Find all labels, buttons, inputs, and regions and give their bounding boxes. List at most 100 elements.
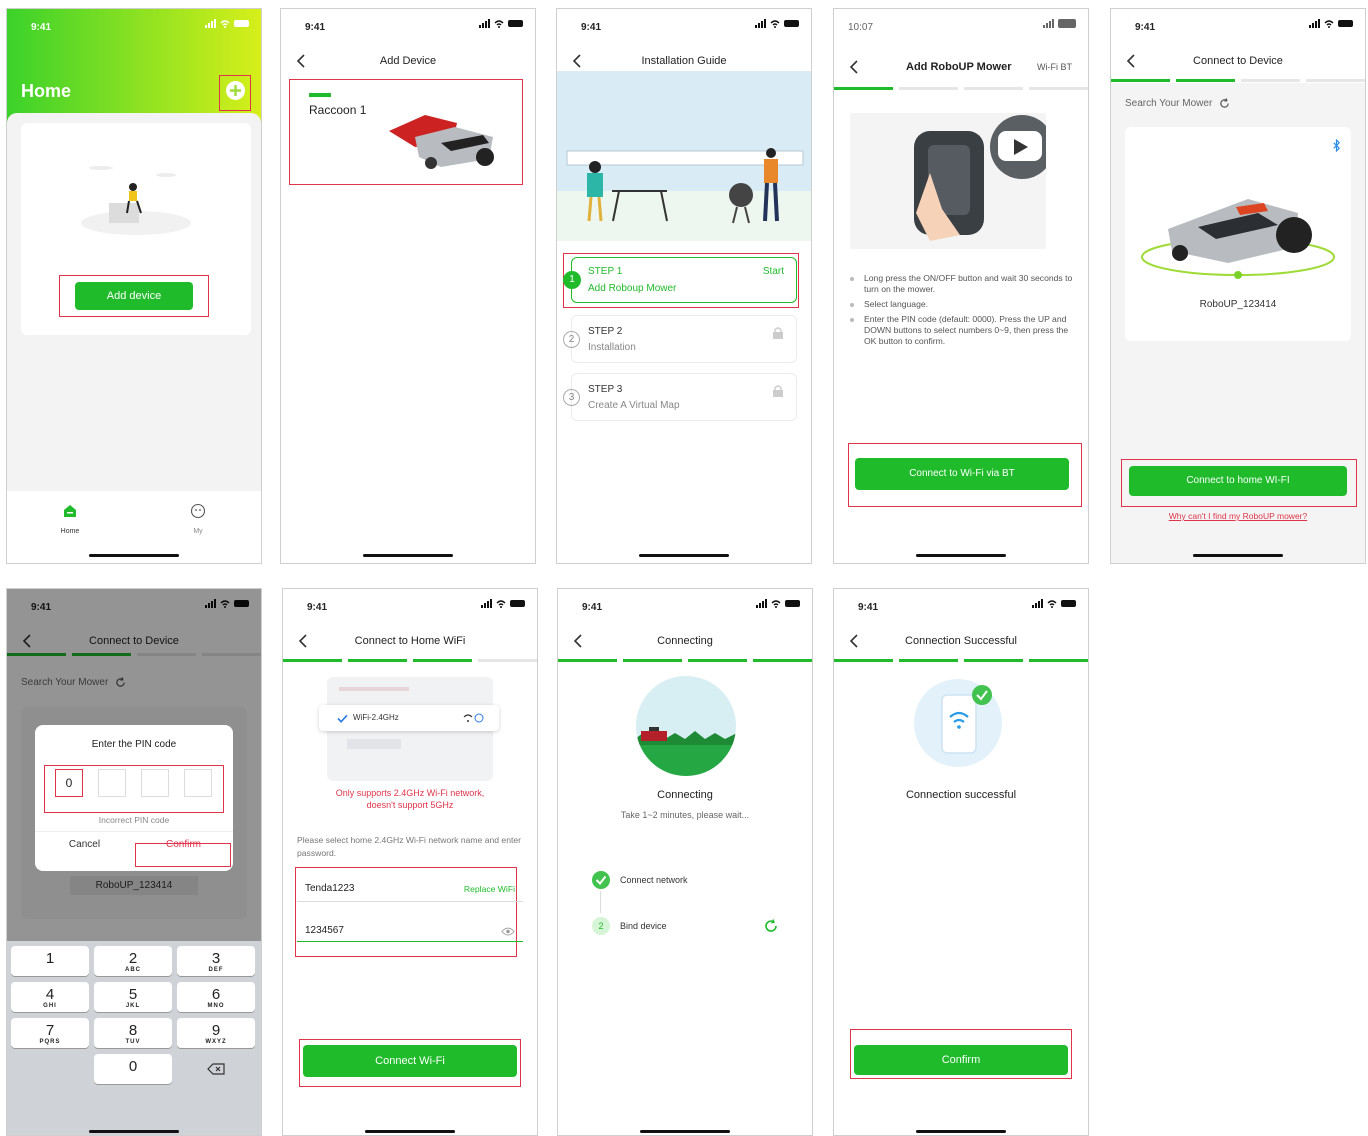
annotation-box [44,765,224,813]
signal-icon [755,19,766,28]
plus-icon [230,85,241,96]
annotation-box [135,843,231,867]
step-1-start[interactable]: Start [763,266,784,277]
key-0[interactable]: 0 [94,1054,172,1084]
status-time: 9:41 [31,22,52,33]
screen-connecting: 9:41 Connecting Connecting Take 1~2 minu… [557,588,813,1136]
eye-icon[interactable] [501,927,515,936]
wifi-selected-row: WiFi-2.4GHz [319,705,499,731]
check-icon [595,875,607,886]
device-card[interactable]: RoboUP_123414 [1125,127,1351,341]
page-title: Installation Guide [641,55,727,67]
check-icon [337,714,348,723]
backyard-illustration [557,71,811,241]
replace-wifi-link[interactable]: Replace WiFi [464,884,515,894]
key-6[interactable]: 6 MNO [177,982,255,1012]
confirm-button[interactable]: Confirm [854,1045,1068,1075]
home-indicator [89,1130,179,1133]
step-2-label: STEP 2 [588,326,623,337]
password-underline [297,941,523,942]
step-2-card[interactable]: STEP 2 Installation [571,315,797,363]
key-digit: 1 [45,950,55,967]
delete-key[interactable] [177,1054,255,1084]
signal-icon [479,19,490,28]
instruction-item: Enter the PIN code (default: 0000). Pres… [850,314,1076,347]
step-connector [600,891,601,913]
status-icons [756,599,800,608]
divider [35,831,233,832]
key-2[interactable]: 2 ABC [94,946,172,976]
home-indicator [916,554,1006,557]
bullet-icon [850,303,854,307]
status-bar: 9:41 [834,589,1088,623]
key-5[interactable]: 5 JKL [94,982,172,1012]
status-icons [1032,599,1076,608]
connect-wifi-button[interactable]: Connect Wi-Fi [303,1045,517,1077]
signal-icon [1309,19,1320,28]
signal-icon [1043,19,1054,28]
battery-icon [508,20,523,27]
home-indicator [1193,554,1283,557]
search-label: Search Your Mower [1125,98,1230,109]
status-time: 9:41 [1135,22,1156,33]
home-indicator [640,1130,730,1133]
key-9[interactable]: 9 WXYZ [177,1018,255,1048]
connect-home-wifi-button[interactable]: Connect to home WI-FI [1129,466,1347,496]
device-name: RoboUP_123414 [1199,299,1277,310]
ssid-field[interactable]: Tenda1223 [305,883,355,894]
wifi-icon [770,19,780,28]
refresh-icon[interactable] [1219,98,1230,109]
key-7[interactable]: 7 PQRS [11,1018,89,1048]
step-1-card[interactable]: STEP 1 Add Roboup Mower Start [571,257,797,303]
progress-bar [558,659,812,662]
device-name[interactable]: Raccoon 1 [309,103,366,117]
tab-my[interactable]: My [173,503,223,535]
step-3-label: STEP 3 [588,384,623,395]
screen-connection-successful: 9:41 Connection Successful Connection su… [833,588,1089,1136]
key-8[interactable]: 8 TUV [94,1018,172,1048]
key-letters: PQRS [39,1039,61,1045]
annotation-box [295,867,517,957]
wifi-icon [494,19,504,28]
key-letters: GHI [43,1003,57,1009]
help-link[interactable]: Why can't I find my RoboUP mower? [1111,511,1365,521]
key-3[interactable]: 3 DEF [177,946,255,976]
password-field[interactable]: 1234567 [305,925,344,936]
step-3-desc: Create A Virtual Map [588,400,680,411]
page-title: Connect to Device [1193,55,1283,67]
home-indicator [363,554,453,557]
status-time: 9:41 [307,602,328,613]
key-4[interactable]: 4 GHI [11,982,89,1012]
status-icons [1309,19,1353,28]
wifi-warning: Only supports 2.4GHz Wi-Fi network, does… [335,788,485,810]
lock-icon [773,385,783,397]
battery-icon [784,20,799,27]
key-digit: 3 [211,950,221,967]
key-1[interactable]: 1 [11,946,89,976]
step-2-number: 2 [592,917,610,935]
add-device-button[interactable]: Add device [75,282,193,310]
home-indicator [89,554,179,557]
connecting-illustration [636,676,736,776]
step-3-card[interactable]: STEP 3 Create A Virtual Map [571,373,797,421]
cancel-button[interactable]: Cancel [35,839,134,850]
wifi-bt-link[interactable]: Wi-Fi BT [1037,62,1072,72]
key-digit: 9 [211,1022,221,1039]
connecting-sub: Take 1~2 minutes, please wait... [620,810,750,820]
empty-state-illustration [81,166,191,235]
add-device-plus-button[interactable] [226,81,245,100]
keypad: 1 2 ABC 3 DEF 4 GHI 5 JKL 6 MNO 7 PQRS 8 TUV 9W… [7,941,261,1135]
tab-home[interactable]: Home [45,503,95,535]
connect-wifi-bt-button[interactable]: Connect to Wi-Fi via BT [855,458,1069,490]
key-digit: 5 [128,986,138,1003]
search-label-text: Search Your Mower [1125,98,1213,110]
home-icon [64,505,76,517]
back-icon[interactable] [848,59,862,75]
success-heading: Connection successful [905,789,1017,801]
page-title: Connect to Home WiFi [354,635,466,647]
status-icons [205,19,249,28]
bullet-icon [850,318,854,322]
key-digit: 0 [128,1058,138,1075]
key-letters: MNO [207,1003,225,1009]
wifi-selected-name: WiFi-2.4GHz [353,713,399,722]
